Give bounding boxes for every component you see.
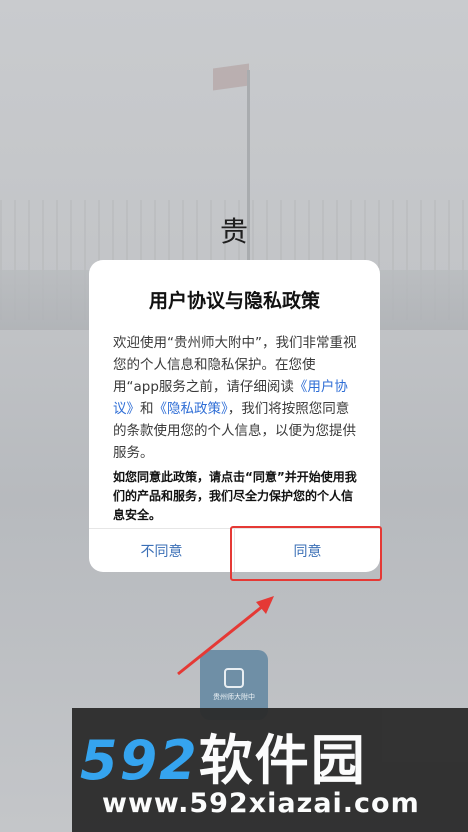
splash-title: 贵 <box>219 215 248 248</box>
watermark-logo: 592软件园 <box>80 716 460 795</box>
dialog-body-and: 和 <box>140 401 154 417</box>
watermark-url: www.592xiazai.com <box>102 788 420 819</box>
watermark-digits: 592 <box>80 729 199 792</box>
watermark-banner: 592软件园 www.592xiazai.com <box>72 708 468 832</box>
dialog-title: 用户协议与隐私政策 <box>148 290 320 312</box>
pointer-arrow-icon <box>177 596 274 676</box>
flag-image <box>213 63 249 91</box>
dialog-consent-note: 如您同意此政策，请点击“同意”并开始使用我们的产品和服务，我们尽全力保护您的个人… <box>113 470 357 522</box>
reject-button[interactable]: 不同意 <box>89 529 234 572</box>
app-logo-text: 贵州师大附中 <box>213 693 255 701</box>
dialog-body: 欢迎使用“贵州师大附中”，我们非常重视您的个人信息和隐私保护。在您使用“app服… <box>113 332 361 464</box>
watermark-brand: 软件园 <box>198 729 367 792</box>
agree-highlight-box <box>230 526 382 581</box>
privacy-policy-link[interactable]: 《隐私政策》 <box>154 401 228 417</box>
